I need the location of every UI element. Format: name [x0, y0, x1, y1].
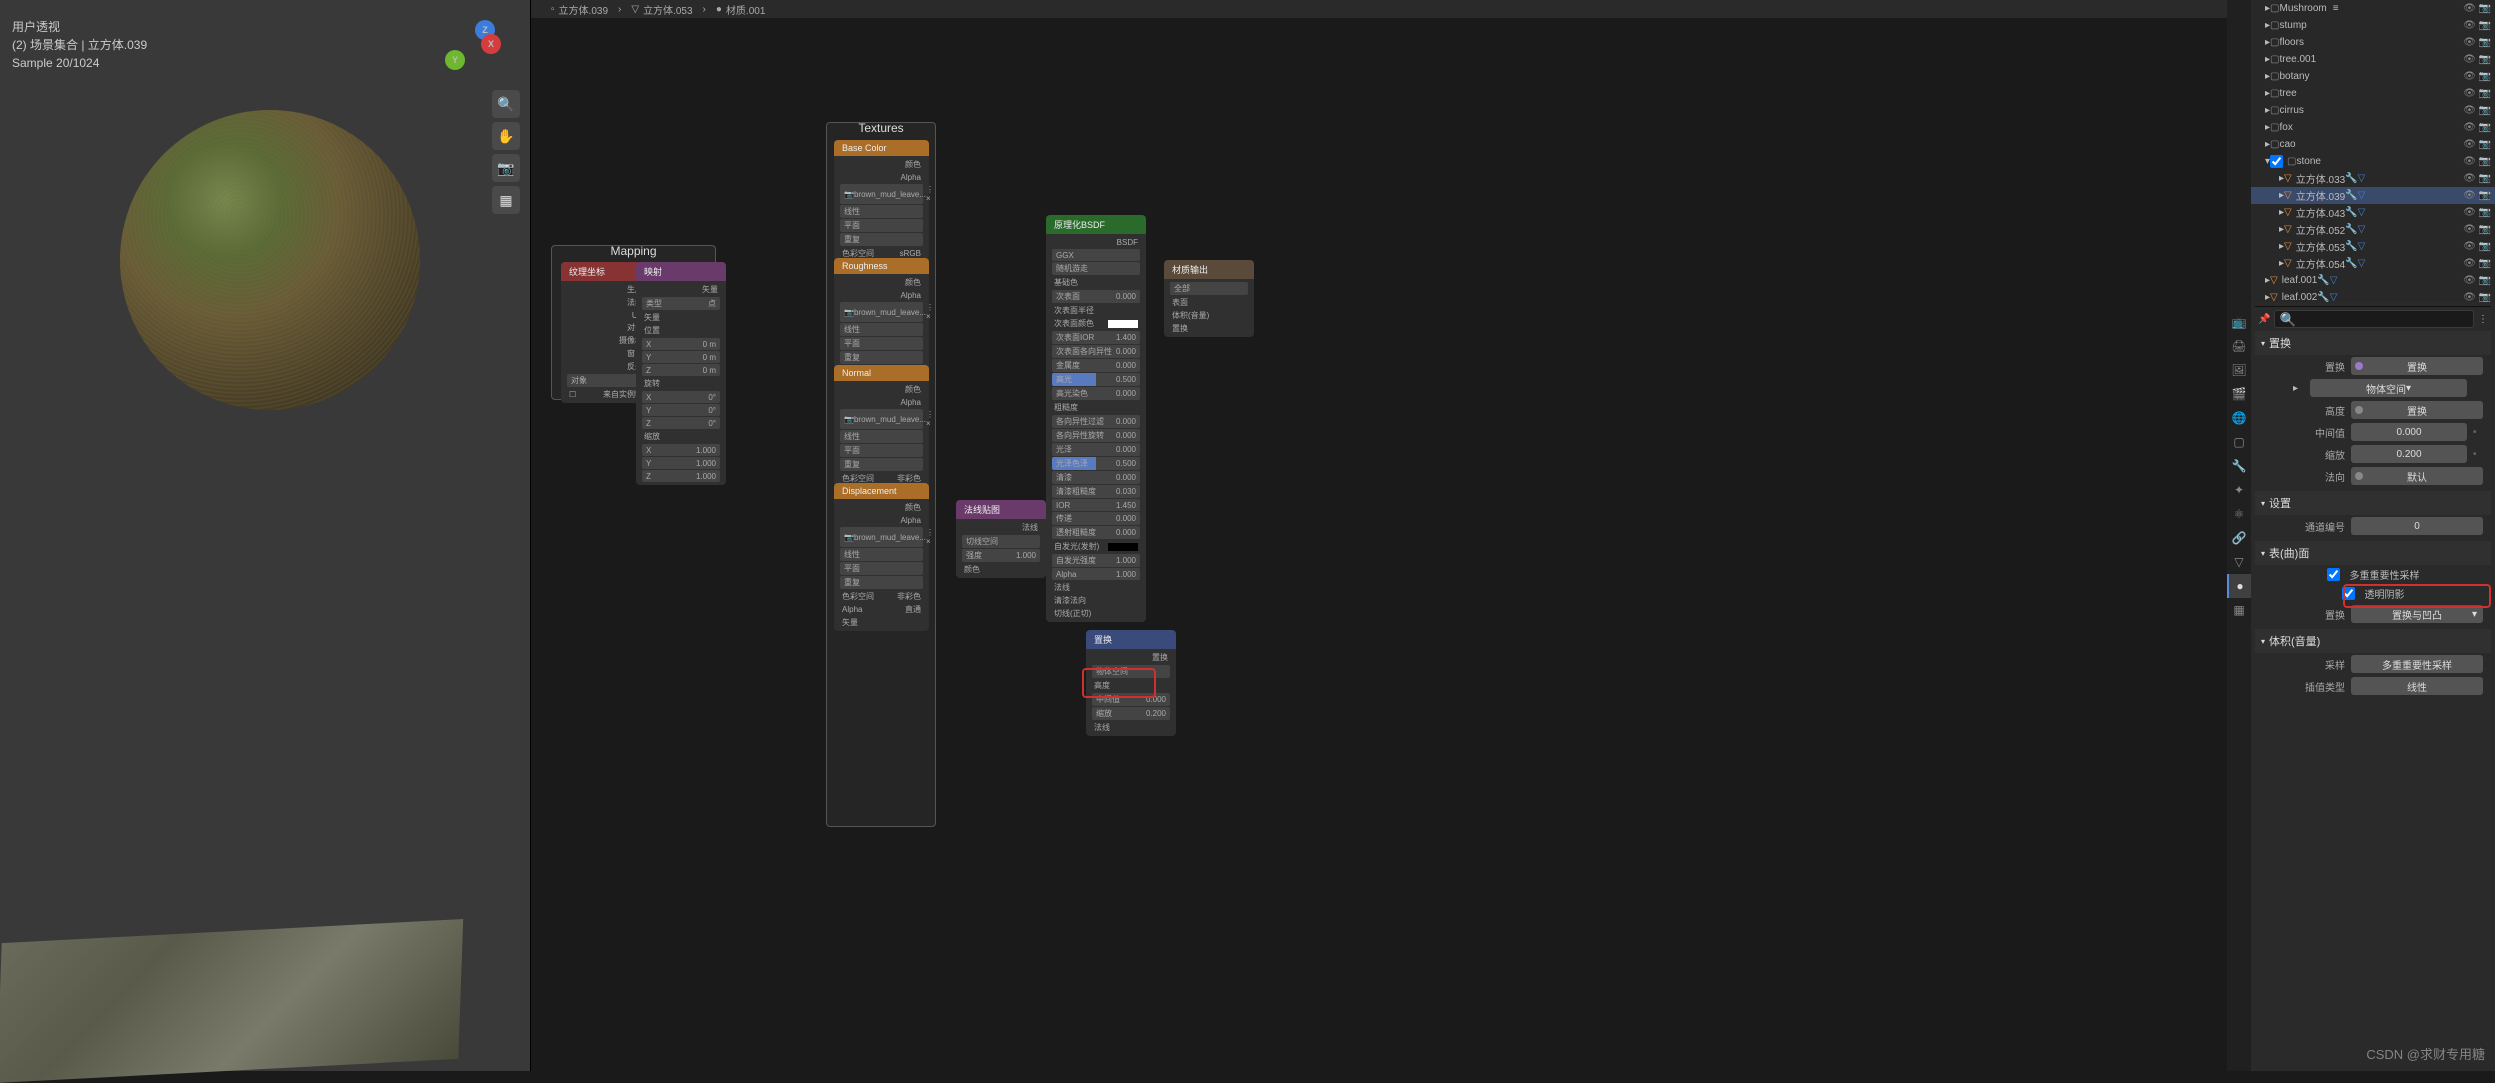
outliner-item[interactable]: ▸ ▢ botany👁 📷: [2251, 68, 2495, 85]
outliner-item[interactable]: ▸ ▢ tree👁 📷: [2251, 85, 2495, 102]
image-field[interactable]: 📷 brown_mud_leave... ⋮ ×: [840, 527, 923, 547]
breadcrumb-mesh[interactable]: ▽ 立方体.053: [631, 2, 692, 17]
node-mapping[interactable]: 映射 矢量 类型点 矢量 位置 X0 m Y0 m Z0 m 旋转 X0° Y0…: [636, 262, 726, 485]
disp-values-highlight: [1082, 668, 1156, 698]
pan-tool-icon[interactable]: ✋: [492, 122, 520, 150]
disp-space-field[interactable]: 物体空间 ▾: [2310, 379, 2467, 397]
tab-material-icon[interactable]: ●: [2227, 574, 2251, 598]
node-material-output[interactable]: 材质输出 全部 表面 体积(音量) 置换: [1164, 260, 1254, 337]
outliner-item[interactable]: ▸ ▽ 立方体.053 🔧 ▽👁 📷: [2251, 238, 2495, 255]
volume-interp-field[interactable]: 线性: [2351, 677, 2483, 695]
tab-render-icon[interactable]: 📺: [2227, 310, 2251, 334]
tab-output-icon[interactable]: 🖨: [2227, 334, 2251, 358]
outliner-item[interactable]: ▸ ▢ cao👁 📷: [2251, 136, 2495, 153]
outliner-item[interactable]: ▸ ▢ cirrus👁 📷: [2251, 102, 2495, 119]
zoom-tool-icon[interactable]: 🔍: [492, 90, 520, 118]
frame-label: Textures: [858, 121, 903, 135]
image-field[interactable]: 📷 brown_mud_leave... ⋮ ×: [840, 184, 923, 204]
outliner-item[interactable]: ▸ ▢ floors👁 📷: [2251, 34, 2495, 51]
node-title: Displacement: [834, 483, 929, 499]
tab-texture-icon[interactable]: ▦: [2227, 598, 2251, 622]
node-title: 材质输出: [1164, 260, 1254, 279]
height-link-field[interactable]: 置换: [2351, 401, 2483, 419]
options-icon[interactable]: ⋮: [2478, 314, 2488, 325]
mis-checkbox[interactable]: [2327, 568, 2340, 581]
preview-ground: [0, 919, 463, 1083]
property-search[interactable]: [2274, 310, 2474, 328]
node-title: 置换: [1086, 630, 1176, 649]
preview-sphere: [120, 110, 420, 410]
section-surface[interactable]: 表(曲)面: [2255, 541, 2491, 565]
volume-sample-field[interactable]: 多重重要性采样: [2351, 655, 2483, 673]
scale-value-field[interactable]: 0.200: [2351, 445, 2467, 463]
camera-tool-icon[interactable]: 📷: [492, 154, 520, 182]
node-tex-displacement[interactable]: Displacement 颜色 Alpha 📷 brown_mud_leave.…: [834, 483, 929, 631]
pass-index-field[interactable]: 0: [2351, 517, 2483, 535]
image-field[interactable]: 📷 brown_mud_leave... ⋮ ×: [840, 409, 923, 429]
gizmo-y-axis[interactable]: Y: [445, 50, 465, 70]
disp-mode-highlight: [2343, 584, 2491, 608]
outliner-item[interactable]: ▸ ▽ leaf.001 🔧 ▽👁 📷: [2251, 272, 2495, 289]
node-title: 法线贴图: [956, 500, 1046, 519]
outliner-item[interactable]: ▸ ▢ Mushroom ≡👁 📷: [2251, 0, 2495, 17]
node-title: Normal: [834, 365, 929, 381]
tab-scene-icon[interactable]: 🎬: [2227, 382, 2251, 406]
navigation-gizmo[interactable]: Z X Y: [445, 20, 505, 80]
mid-value-field[interactable]: 0.000: [2351, 423, 2467, 441]
section-settings[interactable]: 设置: [2255, 491, 2491, 515]
outliner-item[interactable]: ▸ ▽ 立方体.052 🔧 ▽👁 📷: [2251, 221, 2495, 238]
right-sidebar: 📺 🖨 🖼 🎬 🌐 ▢ 🔧 ✦ ⚛ 🔗 ▽ ● ▦ ▸ ▢ Mushroom ≡…: [2227, 0, 2495, 1071]
gizmo-x-axis[interactable]: X: [481, 34, 501, 54]
tab-physics-icon[interactable]: ⚛: [2227, 502, 2251, 526]
pin-icon[interactable]: 📌: [2258, 314, 2270, 325]
outliner-item[interactable]: ▸ ▢ fox👁 📷: [2251, 119, 2495, 136]
section-displacement[interactable]: 置换: [2255, 331, 2491, 355]
image-field[interactable]: 📷 brown_mud_leave... ⋮ ×: [840, 302, 923, 322]
object-field[interactable]: 对象 ■: [567, 374, 645, 387]
tab-constraint-icon[interactable]: 🔗: [2227, 526, 2251, 550]
tab-particle-icon[interactable]: ✦: [2227, 478, 2251, 502]
node-principled-bsdf[interactable]: 原理化BSDF BSDF GGX 随机游走 基础色 次表面0.000 次表面半径…: [1046, 215, 1146, 622]
outliner-item[interactable]: ▸ ▢ tree.001👁 📷: [2251, 51, 2495, 68]
node-editor-breadcrumb: ▫ 立方体.039 › ▽ 立方体.053 › ● 材质.001: [531, 0, 2227, 18]
node-title: 原理化BSDF: [1046, 215, 1146, 234]
outliner-item[interactable]: ▸ ▽ leaf.002 🔧 ▽👁 📷: [2251, 289, 2495, 302]
section-volume[interactable]: 体积(音量): [2255, 629, 2491, 653]
outliner-item[interactable]: ▸ ▽ 立方体.033 🔧 ▽👁 📷: [2251, 170, 2495, 187]
normal-link-field[interactable]: 默认: [2351, 467, 2483, 485]
node-normal-map[interactable]: 法线贴图 法线 切线空间 强度1.000 颜色: [956, 500, 1046, 578]
tab-modifier-icon[interactable]: 🔧: [2227, 454, 2251, 478]
property-tabs: 📺 🖨 🖼 🎬 🌐 ▢ 🔧 ✦ ⚛ 🔗 ▽ ● ▦: [2227, 0, 2251, 1071]
outliner-item[interactable]: ▸ ▽ 立方体.054 🔧 ▽👁 📷: [2251, 255, 2495, 272]
breadcrumb-material[interactable]: ● 材质.001: [716, 2, 766, 17]
outliner-item[interactable]: ▸ ▽ 立方体.039 🔧 ▽👁 📷: [2251, 187, 2495, 204]
outliner-item[interactable]: ▸ ▽ 立方体.043 🔧 ▽👁 📷: [2251, 204, 2495, 221]
node-title: Base Color: [834, 140, 929, 156]
node-title: 映射: [636, 262, 726, 281]
disp-link-field[interactable]: 置换: [2351, 357, 2483, 375]
node-title: Roughness: [834, 258, 929, 274]
tab-object-icon[interactable]: ▢: [2227, 430, 2251, 454]
viewport-3d[interactable]: 用户透视 (2) 场景集合 | 立方体.039 Sample 20/1024 Z…: [0, 0, 530, 1071]
outliner-item[interactable]: ▸ ▢ stump👁 📷: [2251, 17, 2495, 34]
tab-world-icon[interactable]: 🌐: [2227, 406, 2251, 430]
outliner[interactable]: ▸ ▢ Mushroom ≡👁 📷▸ ▢ stump👁 📷▸ ▢ floors👁…: [2251, 0, 2495, 302]
frame-label: Mapping: [610, 244, 656, 258]
outliner-item[interactable]: ▾ ▢ stone👁 📷: [2251, 153, 2495, 170]
material-properties: 📌 ⋮ 置换 置换 置换 ▸ 物体空间 ▾ 高度 置换: [2251, 302, 2495, 1071]
node-wires: [531, 0, 831, 150]
expand-arrow-icon[interactable]: ▸: [2293, 383, 2298, 394]
watermark: CSDN @求财专用糖: [2366, 1044, 2485, 1063]
breadcrumb-object[interactable]: ▫ 立方体.039: [551, 2, 608, 17]
viewport-overlay: 用户透视 (2) 场景集合 | 立方体.039 Sample 20/1024: [12, 18, 147, 72]
tab-viewlayer-icon[interactable]: 🖼: [2227, 358, 2251, 382]
perspective-tool-icon[interactable]: ▦: [492, 186, 520, 214]
tab-data-icon[interactable]: ▽: [2227, 550, 2251, 574]
node-editor[interactable]: ▫ 立方体.039 › ▽ 立方体.053 › ● 材质.001 Mapping…: [530, 0, 2227, 1071]
